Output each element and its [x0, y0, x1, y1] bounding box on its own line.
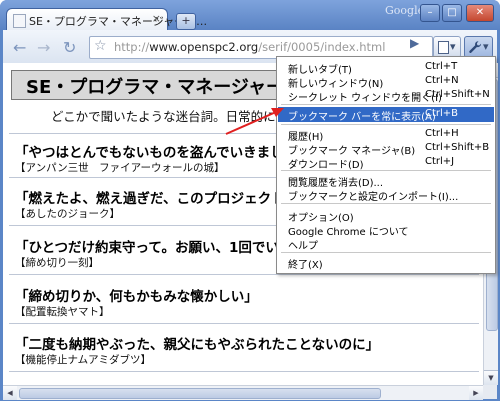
divider: [9, 371, 479, 372]
menu-separator: [281, 170, 491, 171]
menu-item-new-window[interactable]: 新しいウィンドウ(N) Ctrl+N: [278, 74, 494, 90]
wrench-menu-button[interactable]: ▾: [464, 36, 493, 58]
page-icon: [438, 41, 449, 54]
quote-source: 【あしたのジョーク】: [15, 208, 120, 220]
menu-item-import[interactable]: ブックマークと設定のインポート(I)...: [278, 187, 494, 203]
wrench-icon: [469, 41, 482, 53]
menu-separator: [281, 203, 491, 204]
tab-active[interactable]: SE・プログラマ・マネージャーの… ×: [6, 8, 207, 31]
chevron-down-icon: ▾: [450, 40, 456, 53]
google-logo: Google: [385, 4, 425, 17]
menu-item-help[interactable]: ヘルプ: [278, 236, 494, 252]
chevron-down-icon: ▾: [483, 40, 489, 53]
scroll-corner: [483, 385, 497, 399]
title-bar: SE・プログラマ・マネージャーの… × + Google – □ ✕: [0, 0, 500, 31]
menu-item-about[interactable]: Google Chrome について: [278, 222, 494, 238]
quote-source: 【締め切り一刻】: [15, 257, 99, 269]
quote-text: 「ひとつだけ約束守って。お願い、1回でいい: [15, 240, 293, 256]
page-menu-button[interactable]: ▾: [433, 36, 461, 58]
menu-item-clear-history[interactable]: 閲覧履歴を消去(D)...: [278, 173, 494, 189]
scroll-left-icon[interactable]: ◀: [3, 386, 17, 400]
horizontal-scrollbar[interactable]: ◀ ▶: [3, 385, 483, 400]
new-tab-button[interactable]: +: [176, 13, 196, 30]
quote-text: 「燃えたよ、燃え過ぎだ、このプロジェクト・・: [15, 191, 312, 207]
quote-source: 【機能停止ナムアミダブツ】: [15, 354, 151, 366]
scroll-down-icon[interactable]: ▼: [484, 370, 498, 385]
scroll-thumb[interactable]: [19, 388, 381, 399]
menu-item-incognito[interactable]: シークレット ウィンドウを開く(I) Ctrl+Shift+N: [278, 88, 494, 104]
quote-text: 「締め切りか、何もかもみな懐かしい」: [15, 289, 258, 305]
quote-source: 【配置転換ヤマト】: [15, 306, 110, 318]
menu-separator: [281, 104, 491, 105]
page-favicon-icon: [13, 14, 26, 28]
menu-item-new-tab[interactable]: 新しいタブ(T) Ctrl+T: [278, 60, 494, 76]
url-text[interactable]: http://www.openspc2.org/serif/0005/index…: [114, 40, 385, 54]
menu-item-history[interactable]: 履歴(H) Ctrl+H: [278, 127, 494, 143]
menu-item-downloads[interactable]: ダウンロード(D) Ctrl+J: [278, 155, 494, 171]
wrench-dropdown-menu: 新しいタブ(T) Ctrl+T 新しいウィンドウ(N) Ctrl+N シークレット …: [276, 56, 496, 274]
back-icon[interactable]: ←: [13, 38, 26, 57]
maximize-button[interactable]: □: [442, 4, 462, 22]
reload-icon[interactable]: ↻: [63, 38, 76, 57]
browser-window: SE・プログラマ・マネージャーの… × + Google – □ ✕ ← → ↻…: [0, 0, 500, 401]
menu-item-options[interactable]: オプション(O): [278, 208, 494, 224]
intro-text: どこかで聞いたような迷台詞。日常的に: [51, 109, 276, 124]
menu-item-exit[interactable]: 終了(X): [278, 255, 494, 271]
minimize-button[interactable]: –: [420, 4, 440, 22]
tab-close-icon[interactable]: ×: [152, 12, 161, 25]
divider: [9, 274, 479, 275]
forward-icon[interactable]: →: [37, 38, 50, 57]
menu-item-show-bookmarks-bar[interactable]: ブックマーク バーを常に表示(A) Ctrl+B: [278, 107, 494, 123]
quote-text: 「二度も納期やぶった、親父にもやぶられたことないのに」: [15, 337, 380, 353]
divider: [9, 323, 479, 324]
close-button[interactable]: ✕: [466, 4, 494, 22]
menu-item-bookmark-manager[interactable]: ブックマーク マネージャ(B) Ctrl+Shift+B: [278, 141, 494, 157]
page-heading: SE・プログラマ・マネージャー: [26, 77, 284, 98]
menu-separator: [281, 124, 491, 125]
bookmark-star-icon[interactable]: ☆: [94, 38, 107, 54]
menu-separator: [281, 252, 491, 253]
go-icon[interactable]: ▶: [410, 36, 419, 50]
quote-text: 「やつはとんでもないものを盗んでいきました: [15, 145, 298, 161]
scroll-right-icon[interactable]: ▶: [469, 386, 483, 400]
quote-source: 【アンパン三世 ファイアーウォールの城】: [15, 162, 225, 174]
